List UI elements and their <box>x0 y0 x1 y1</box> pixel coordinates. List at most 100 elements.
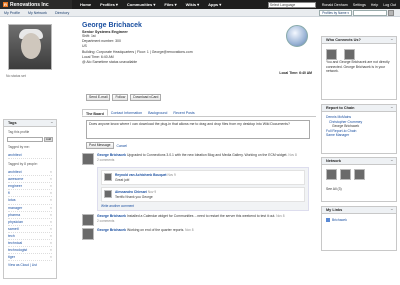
nav-apps[interactable]: Apps ▾ <box>208 2 221 7</box>
link-item[interactable]: Brichacek <box>326 218 392 222</box>
tags-hint: Tag this profile <box>8 130 30 134</box>
list-item[interactable]: fl × <box>8 190 52 198</box>
nav-communities[interactable]: Communities ▾ <box>127 2 155 7</box>
avatar[interactable] <box>344 49 355 60</box>
top-bar: R Renovations Inc Home Profiles ▾ Commun… <box>0 0 400 9</box>
collapse-icon[interactable]: − <box>391 37 393 43</box>
user-name-link[interactable]: Ronald Denham <box>322 3 348 7</box>
collapse-icon[interactable]: − <box>391 158 393 164</box>
profile-photo <box>8 24 52 70</box>
profile-tabs: The Board Contact Information Background… <box>82 109 316 117</box>
help-link[interactable]: Help <box>371 3 378 7</box>
entry-meta: Nov 8 <box>185 228 194 233</box>
avatar[interactable] <box>82 214 94 227</box>
tag-add-button[interactable]: Add <box>44 137 53 142</box>
comment-text: Terrific! thank you George <box>115 194 153 199</box>
comment-count[interactable]: 2 comments <box>97 219 114 223</box>
tag-list: architect × awesome × engineer × fl × lotus ×… <box>8 169 52 262</box>
profile-actions: Send E-mail Follow Download vCard <box>86 94 162 101</box>
comment-author[interactable]: Reynold van Achtchenk Bouquet <box>115 173 167 177</box>
entry-text: George Brichacek Installed a Calendar wi… <box>97 214 285 226</box>
follow-button[interactable]: Follow <box>112 94 129 101</box>
nav-profiles[interactable]: Profiles ▾ <box>100 2 118 7</box>
entry-author[interactable]: George Brichacek <box>97 153 126 157</box>
avatar[interactable] <box>354 169 365 180</box>
entry-author[interactable]: George Brichacek <box>97 214 126 218</box>
comment-count[interactable]: 2 comments <box>97 158 114 162</box>
list-item[interactable]: tech × <box>8 233 52 241</box>
profile-header: George Brichacek Senior Systems Engineer… <box>82 22 316 75</box>
post-row: Post Message Cancel <box>86 142 127 149</box>
list-item[interactable]: technologist × <box>8 247 52 255</box>
network-see-all-link[interactable]: See All (3) <box>322 184 396 195</box>
network-panel: Network − See All (3) <box>321 157 397 202</box>
write-comment-link[interactable]: Write another comment <box>101 204 305 208</box>
board-message-input[interactable]: Does anyone know where I can download th… <box>86 120 310 139</box>
panel-header[interactable]: My Links − <box>322 207 396 214</box>
list-item[interactable]: physician × <box>8 219 52 226</box>
list-item[interactable]: sametl × <box>8 226 52 233</box>
list-item: George Brichacek Upgraded to Connections… <box>82 153 316 165</box>
panel-header[interactable]: Who Connects Us? − <box>322 37 396 44</box>
tab-recent-posts[interactable]: Recent Posts <box>170 109 197 116</box>
tagged-by-label: Tagged by 8 people: <box>8 162 38 167</box>
same-manager-link[interactable]: Same Manager <box>326 133 392 138</box>
tag-view-toggle[interactable]: View as Cloud | List <box>8 263 52 267</box>
avatar[interactable] <box>340 169 351 180</box>
nav-wikis[interactable]: Wikis ▾ <box>186 2 200 7</box>
list-item[interactable]: architect <box>8 152 52 160</box>
list-item[interactable]: technical × <box>8 240 52 248</box>
send-email-button[interactable]: Send E-mail <box>86 94 111 101</box>
comment-thread: Reynold van Achtchenk Bouquet Nov 9 Grea… <box>97 167 309 212</box>
sametime-status: @ Alo Sametime status unavailable <box>82 60 138 65</box>
list-item[interactable]: awesome × <box>8 176 52 184</box>
list-item[interactable]: lotus × <box>8 197 52 205</box>
brand-logo[interactable]: R Renovations Inc <box>0 0 72 9</box>
tags-panel: Tags − Tag this profile Add Tagged by me… <box>3 119 57 279</box>
avatar[interactable] <box>326 49 337 60</box>
subnav-my-network[interactable]: My Network <box>28 11 47 15</box>
search-input[interactable] <box>353 9 387 16</box>
download-vcard-button[interactable]: Download vCard <box>130 94 162 101</box>
panel-header[interactable]: Report to Chain − <box>322 105 396 112</box>
top-nav: Home Profiles ▾ Communities ▾ Files ▾ Wi… <box>80 2 221 7</box>
photo-face <box>21 33 41 59</box>
tag-input[interactable] <box>7 137 43 142</box>
comment-author[interactable]: Alessandro Chiesari <box>115 190 147 194</box>
collapse-icon[interactable]: − <box>391 105 393 111</box>
list-item[interactable]: pharma × <box>8 212 52 219</box>
avatar[interactable] <box>104 173 112 181</box>
list-item[interactable]: architect × <box>8 169 52 177</box>
tab-contact-information[interactable]: Contact Information <box>108 109 145 116</box>
comment: Reynold van Achtchenk Bouquet Nov 9 Grea… <box>101 170 305 186</box>
search-scope-select[interactable]: Profiles by Name ▾ <box>319 9 352 16</box>
subnav-directory[interactable]: Directory <box>55 11 69 15</box>
language-select[interactable]: Select Language <box>267 1 316 8</box>
tab-the-board[interactable]: The Board <box>82 109 108 116</box>
profile-info: Shift: 1st Department number: 300 US Bui… <box>82 34 316 65</box>
collapse-icon[interactable]: − <box>391 207 393 213</box>
entry-author[interactable]: George Brichacek <box>97 228 126 232</box>
tags-header[interactable]: Tags − <box>4 120 56 127</box>
profile-name: George Brichacek <box>82 22 142 29</box>
avatar[interactable] <box>104 190 112 199</box>
tab-background[interactable]: Background <box>145 109 170 116</box>
nav-home[interactable]: Home <box>80 2 91 7</box>
avatar[interactable] <box>326 169 337 180</box>
panel-header[interactable]: Network − <box>322 158 396 165</box>
collapse-icon[interactable]: − <box>51 120 53 126</box>
list-item[interactable]: tiger × <box>8 254 52 262</box>
nav-files[interactable]: Files ▾ <box>164 2 176 7</box>
settings-link[interactable]: Settings <box>353 3 366 7</box>
list-item[interactable]: manager × <box>8 205 52 212</box>
subnav-my-profile[interactable]: My Profile <box>4 11 20 15</box>
logout-link[interactable]: Log Out <box>383 3 396 7</box>
avatar[interactable] <box>82 153 94 165</box>
avatar[interactable] <box>82 228 94 241</box>
post-message-button[interactable]: Post Message <box>86 142 114 149</box>
status-text[interactable]: No status set <box>6 74 54 78</box>
list-item[interactable]: engineer × <box>8 183 52 191</box>
connect-text: You and George Brichacek are not directl… <box>326 60 390 74</box>
cancel-link[interactable]: Cancel <box>117 144 128 148</box>
search-button[interactable] <box>388 9 394 16</box>
